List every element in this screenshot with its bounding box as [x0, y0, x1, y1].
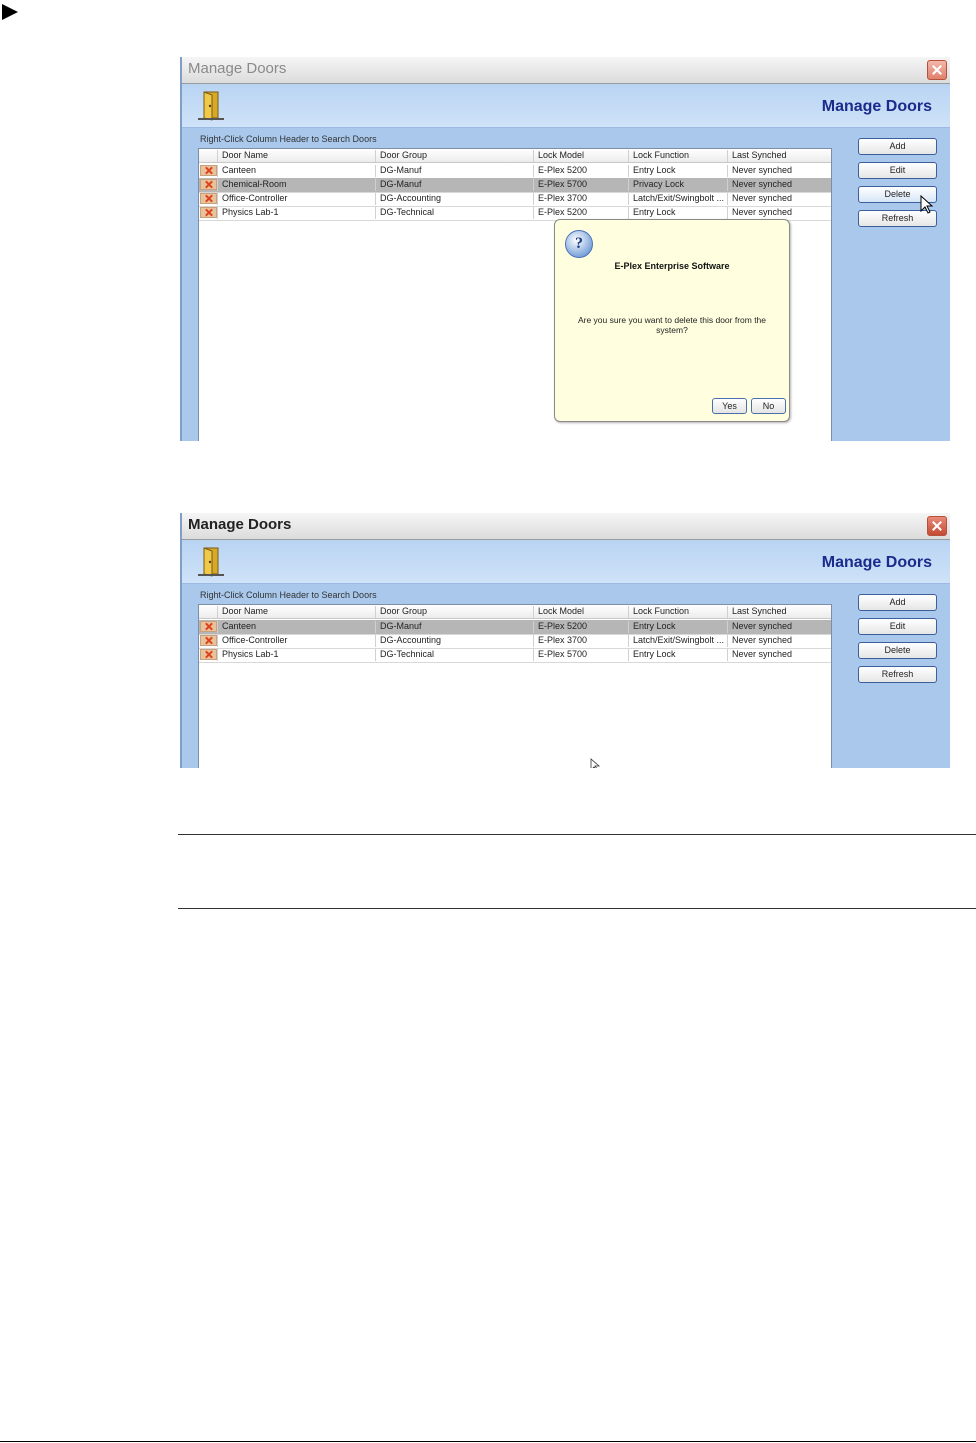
dialog-title: E-Plex Enterprise Software	[614, 261, 730, 271]
search-hint: Right-Click Column Header to Search Door…	[200, 590, 377, 600]
column-header-lock-model[interactable]: Lock Model	[533, 150, 628, 162]
manage-doors-window-after-delete: Manage Doors Manage Doors Right-Click Co…	[180, 513, 950, 768]
cell-lock-function: Entry Lock	[628, 207, 727, 219]
cell-last-synched: Never synched	[727, 621, 825, 633]
column-header-last-synched[interactable]: Last Synched	[727, 150, 825, 162]
column-header-door-group[interactable]: Door Group	[375, 150, 533, 162]
title-bar: Manage Doors	[182, 513, 950, 540]
confirm-delete-dialog: ? E-Plex Enterprise Software Are you sur…	[554, 219, 790, 422]
table-header: Door Name Door Group Lock Model Lock Fun…	[199, 605, 831, 619]
question-icon: ?	[565, 230, 593, 258]
cell-door-name: Canteen	[217, 165, 375, 177]
door-row-icon	[200, 621, 217, 632]
cell-door-name: Physics Lab-1	[217, 649, 375, 661]
cell-door-name: Office-Controller	[217, 635, 375, 647]
cell-lock-model: E-Plex 3700	[533, 635, 628, 647]
door-row-icon	[200, 193, 217, 204]
refresh-button[interactable]: Refresh	[858, 666, 937, 683]
column-header-lock-function[interactable]: Lock Function	[628, 606, 727, 618]
title-bar: Manage Doors	[182, 57, 950, 84]
table-row-selected[interactable]: Canteen DG-Manuf E-Plex 5200 Entry Lock …	[199, 620, 831, 635]
door-icon	[198, 91, 224, 121]
cell-lock-model: E-Plex 5200	[533, 165, 628, 177]
table-header: Door Name Door Group Lock Model Lock Fun…	[199, 149, 831, 163]
cell-last-synched: Never synched	[727, 193, 825, 205]
manage-doors-window-confirm: Manage Doors Manage Doors Right-Click Co…	[180, 57, 950, 441]
cell-door-name: Office-Controller	[217, 193, 375, 205]
door-row-icon	[200, 207, 217, 218]
divider-bottom	[178, 908, 976, 909]
column-header-lock-model[interactable]: Lock Model	[533, 606, 628, 618]
yes-button[interactable]: Yes	[712, 398, 747, 414]
door-row-icon	[200, 635, 217, 646]
divider-top	[178, 834, 976, 835]
no-button[interactable]: No	[751, 398, 786, 414]
door-row-icon	[200, 165, 217, 176]
delete-button[interactable]: Delete	[858, 642, 937, 659]
header-title: Manage Doors	[821, 98, 932, 115]
column-header-door-group[interactable]: Door Group	[375, 606, 533, 618]
door-icon	[198, 547, 224, 577]
header-band: Manage Doors	[182, 540, 950, 584]
cell-lock-function: Privacy Lock	[628, 179, 727, 191]
door-row-icon	[200, 179, 217, 190]
dialog-message: Are you sure you want to delete this doo…	[577, 315, 767, 335]
cell-door-group: DG-Technical	[375, 649, 533, 661]
cell-door-group: DG-Accounting	[375, 635, 533, 647]
header-title: Manage Doors	[821, 554, 932, 571]
cell-door-name: Chemical-Room	[217, 179, 375, 191]
cell-last-synched: Never synched	[727, 635, 825, 647]
cell-lock-function: Latch/Exit/Swingbolt ...	[628, 193, 727, 205]
cell-lock-model: E-Plex 5200	[533, 621, 628, 633]
table-row[interactable]: Office-Controller DG-Accounting E-Plex 3…	[199, 634, 831, 649]
column-header-door-name[interactable]: Door Name	[217, 606, 375, 618]
column-header-last-synched[interactable]: Last Synched	[727, 606, 825, 618]
cell-door-group: DG-Technical	[375, 207, 533, 219]
bullet-arrow-icon	[2, 4, 18, 20]
cell-lock-model: E-Plex 5200	[533, 207, 628, 219]
cell-lock-model: E-Plex 5700	[533, 649, 628, 661]
door-row-icon	[200, 649, 217, 660]
cell-lock-model: E-Plex 5700	[533, 179, 628, 191]
cell-lock-function: Entry Lock	[628, 165, 727, 177]
table-row[interactable]: Office-Controller DG-Accounting E-Plex 3…	[199, 192, 831, 207]
mouse-pointer-icon	[920, 195, 934, 214]
cell-door-group: DG-Manuf	[375, 621, 533, 633]
edit-button[interactable]: Edit	[858, 618, 937, 635]
cell-door-name: Canteen	[217, 621, 375, 633]
cell-last-synched: Never synched	[727, 179, 825, 191]
cell-door-name: Physics Lab-1	[217, 207, 375, 219]
column-header-door-name[interactable]: Door Name	[217, 150, 375, 162]
doors-table[interactable]: Door Name Door Group Lock Model Lock Fun…	[198, 604, 832, 768]
cell-last-synched: Never synched	[727, 207, 825, 219]
add-button[interactable]: Add	[858, 594, 937, 611]
add-button[interactable]: Add	[858, 138, 937, 155]
mouse-pointer-icon	[590, 758, 601, 768]
cell-last-synched: Never synched	[727, 165, 825, 177]
search-hint: Right-Click Column Header to Search Door…	[200, 134, 377, 144]
cell-last-synched: Never synched	[727, 649, 825, 661]
close-icon[interactable]	[927, 516, 947, 536]
window-title: Manage Doors	[188, 60, 287, 77]
table-row-selected[interactable]: Chemical-Room DG-Manuf E-Plex 5700 Priva…	[199, 178, 831, 193]
table-row[interactable]: Physics Lab-1 DG-Technical E-Plex 5700 E…	[199, 648, 831, 663]
table-row[interactable]: Canteen DG-Manuf E-Plex 5200 Entry Lock …	[199, 164, 831, 179]
cell-lock-model: E-Plex 3700	[533, 193, 628, 205]
cell-lock-function: Entry Lock	[628, 649, 727, 661]
page-footer-rule	[0, 1441, 976, 1442]
cell-door-group: DG-Manuf	[375, 165, 533, 177]
window-title: Manage Doors	[188, 516, 292, 533]
cell-lock-function: Entry Lock	[628, 621, 727, 633]
cell-lock-function: Latch/Exit/Swingbolt ...	[628, 635, 727, 647]
header-band: Manage Doors	[182, 84, 950, 128]
close-icon[interactable]	[927, 60, 947, 80]
edit-button[interactable]: Edit	[858, 162, 937, 179]
cell-door-group: DG-Accounting	[375, 193, 533, 205]
column-header-lock-function[interactable]: Lock Function	[628, 150, 727, 162]
cell-door-group: DG-Manuf	[375, 179, 533, 191]
